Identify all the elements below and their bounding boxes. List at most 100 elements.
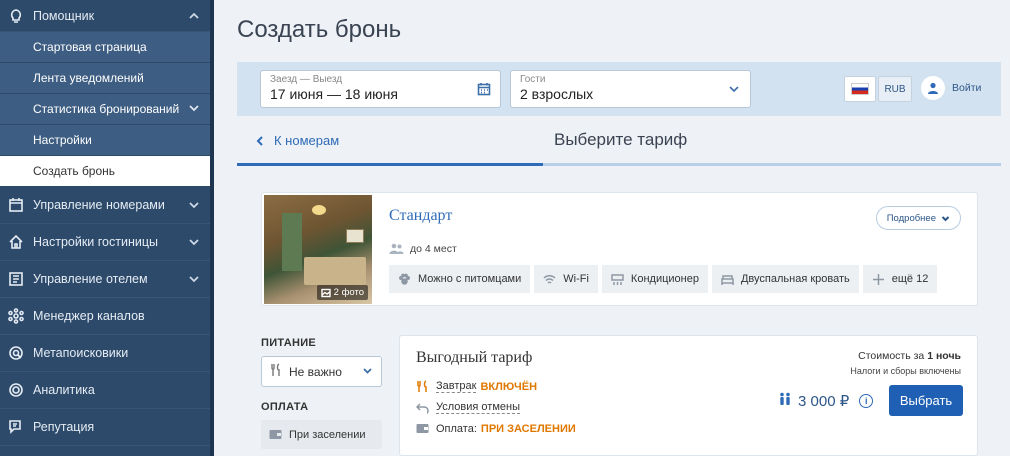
- step-title: Выберите тариф: [554, 130, 688, 149]
- fork-knife-icon: [270, 363, 289, 380]
- tariff-breakfast: Завтрак ВКЛЮЧЁН: [416, 380, 537, 393]
- sidebar-item-hotel-management[interactable]: Управление отелем: [0, 261, 210, 298]
- sidebar-item-label: Настройки гостиницы: [33, 235, 158, 249]
- dates-field[interactable]: Заезд — Выезд 17 июня — 18 июня: [260, 70, 501, 108]
- details-label: Подробнее: [886, 212, 936, 224]
- sidebar-item-rooms[interactable]: Управление номерами: [0, 187, 210, 224]
- bed-icon: [721, 274, 734, 285]
- price-value: 3 000 ₽: [798, 393, 850, 410]
- amenity-pets: Можно с питомцами: [389, 265, 531, 293]
- sidebar-item-assistant[interactable]: Помощник: [0, 0, 210, 32]
- capacity-label: до 4 мест: [410, 243, 457, 255]
- russia-flag-icon: [851, 83, 869, 95]
- amenities-list: Можно с питомцами Wi-Fi Кондиционер Двус…: [389, 265, 938, 293]
- payment-filter-label: ОПЛАТА: [261, 401, 309, 413]
- chevron-up-icon: [188, 10, 200, 22]
- taxes-note: Налоги и сборы включены: [850, 366, 961, 376]
- sidebar-item-channel-manager[interactable]: Менеджер каналов: [0, 298, 210, 335]
- tariff-name: Выгодный тариф: [416, 349, 533, 366]
- cancel-policy-label: Условия отмены: [436, 401, 520, 414]
- amenity-label: Wi-Fi: [563, 273, 589, 285]
- amenity-label: Двуспальная кровать: [740, 273, 850, 285]
- step-progress-fill: [237, 163, 543, 166]
- dates-label: Заезд — Выезд: [270, 74, 343, 85]
- amenity-label: Можно с питомцами: [418, 273, 522, 285]
- amenity-label: Кондиционер: [630, 273, 699, 285]
- calendar-icon: [477, 82, 491, 96]
- photo-count-badge: 2 фото: [316, 285, 368, 300]
- sidebar-item-label: Управление отелем: [33, 272, 148, 286]
- search-icon: [6, 343, 26, 363]
- sidebar-item-analytics[interactable]: Аналитика: [0, 372, 210, 409]
- room-photo[interactable]: 2 фото: [264, 195, 372, 304]
- payment-filter-value: При заселении: [289, 428, 366, 441]
- ac-icon: [611, 273, 624, 285]
- sidebar-subitem-label: Лента уведомлений: [33, 71, 144, 85]
- cost-prefix: Стоимость за: [858, 350, 925, 362]
- home-icon: [6, 232, 26, 252]
- search-bar: Заезд — Выезд 17 июня — 18 июня Гости 2 …: [237, 62, 1001, 116]
- sidebar-item-label: Аналитика: [33, 383, 95, 397]
- calendar-icon: [6, 195, 26, 215]
- login-label: Войти: [952, 82, 982, 94]
- sidebar-subitem-label: Настройки: [33, 133, 92, 147]
- wifi-icon: [543, 274, 556, 284]
- back-label: К номерам: [274, 133, 340, 148]
- sidebar-subitem-create-booking[interactable]: Создать бронь: [0, 156, 210, 187]
- cost-info: Стоимость за 1 ночь Налоги и сборы включ…: [850, 350, 961, 376]
- step-progress-bar: [237, 163, 1001, 166]
- food-select[interactable]: Не важно: [261, 356, 382, 387]
- chevron-down-icon: [188, 199, 200, 211]
- sidebar-subitem-notifications[interactable]: Лента уведомлений: [0, 63, 210, 94]
- sidebar-item-label: Метапоисковики: [33, 346, 129, 360]
- tariff-payment: Оплата: ПРИ ЗАСЕЛЕНИИ: [416, 422, 576, 435]
- sidebar-subitem-booking-stats[interactable]: Статистика бронирований: [0, 94, 210, 125]
- login-button[interactable]: Войти: [921, 76, 981, 100]
- sidebar-item-hotel-settings[interactable]: Настройки гостиницы: [0, 224, 210, 261]
- details-button[interactable]: Подробнее: [875, 206, 961, 230]
- plus-icon: [872, 273, 884, 285]
- chevron-down-icon: [188, 102, 200, 117]
- chevron-down-icon: [188, 273, 200, 285]
- amenity-more-button[interactable]: ещё 12: [862, 265, 938, 293]
- sidebar-item-label: Репутация: [33, 420, 95, 434]
- room-name-link[interactable]: Стандарт: [389, 207, 452, 225]
- cancel-policy-link[interactable]: Условия отмены: [416, 401, 520, 414]
- undo-icon: [416, 403, 429, 414]
- guests-select[interactable]: Гости 2 взрослых: [510, 70, 751, 108]
- sidebar-subitem-settings[interactable]: Настройки: [0, 125, 210, 156]
- chevron-down-icon: [188, 236, 200, 248]
- room-card: 2 фото Стандарт Подробнее до 4 мест Можн…: [261, 192, 978, 306]
- guests-icon: [778, 392, 798, 410]
- language-flag-button[interactable]: [844, 76, 876, 102]
- select-tariff-button[interactable]: Выбрать: [889, 385, 963, 416]
- sidebar-item-reputation[interactable]: Репутация: [0, 409, 210, 446]
- photo-count: 2 фото: [333, 287, 364, 298]
- dates-value: 17 июня — 18 июня: [270, 86, 398, 102]
- food-select-value: Не важно: [289, 364, 342, 379]
- wallet-icon: [416, 424, 429, 433]
- chevron-down-icon: [941, 215, 950, 221]
- image-icon: [320, 288, 331, 297]
- back-to-rooms-link[interactable]: К номерам: [255, 133, 339, 148]
- breakfast-label: Завтрак: [436, 380, 477, 393]
- sidebar-item-metasearch[interactable]: Метапоисковики: [0, 335, 210, 372]
- chat-icon: [6, 417, 26, 437]
- info-icon[interactable]: i: [859, 394, 874, 408]
- sidebar-subitem-label: Создать бронь: [33, 164, 116, 178]
- analytics-icon: [6, 380, 26, 400]
- lightbulb-icon: [6, 6, 26, 26]
- wallet-icon: [269, 430, 282, 439]
- sidebar-subitem-start-page[interactable]: Стартовая страница: [0, 32, 210, 63]
- step-nav: К номерам Выберите тариф: [237, 117, 1001, 166]
- guests-value: 2 взрослых: [520, 86, 594, 102]
- sidebar-subitem-label: Стартовая страница: [33, 40, 147, 54]
- currency-button[interactable]: RUB: [878, 76, 912, 102]
- chevron-down-icon: [362, 365, 373, 379]
- amenity-bed: Двуспальная кровать: [711, 265, 859, 293]
- paw-icon: [399, 273, 410, 285]
- payment-status: ПРИ ЗАСЕЛЕНИИ: [480, 422, 576, 435]
- fork-knife-icon: [417, 380, 427, 392]
- amenity-wifi: Wi-Fi: [534, 265, 598, 293]
- payment-filter-chip[interactable]: При заселении: [261, 420, 382, 449]
